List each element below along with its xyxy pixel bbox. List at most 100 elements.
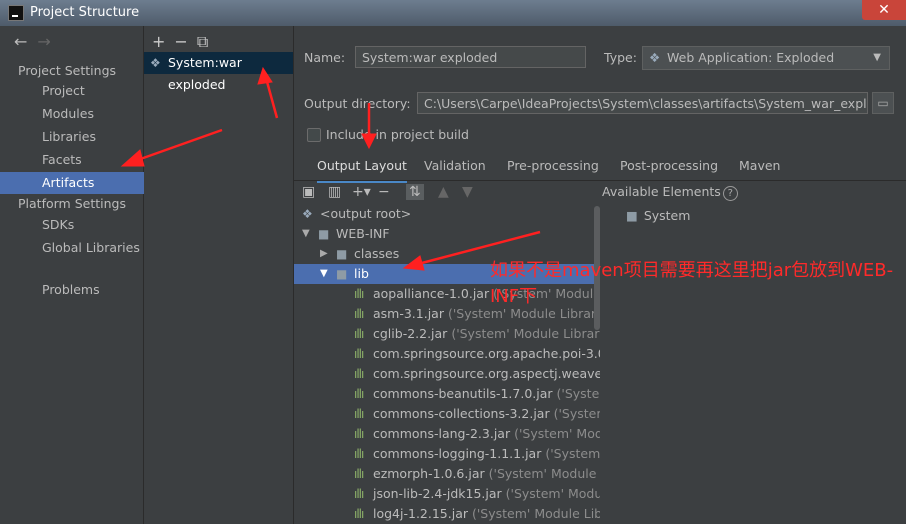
remove-icon[interactable]: − <box>174 32 187 51</box>
layout-toolbar: ▣ ▥ +▾ − ⇅ ▲ ▼ <box>294 180 906 205</box>
jar-node[interactable]: ıllı log4j-1.2.15.jar ('System' Module Li… <box>294 504 600 524</box>
jar-icon: ıllı <box>354 287 364 301</box>
create-directory-icon[interactable]: ▣ <box>302 184 315 200</box>
artifact-item[interactable]: ❖ System:war exploded <box>144 52 293 92</box>
tab-maven[interactable]: Maven <box>739 154 780 180</box>
jar-node[interactable]: ıllı cglib-2.2.jar ('System' Module Libra… <box>294 324 600 344</box>
add-icon[interactable]: + <box>152 32 165 51</box>
jar-name: com.springsource.org.apache.poi-3.0.2 <box>373 346 600 361</box>
module-folder-icon: ■ <box>626 208 638 223</box>
jar-name: commons-collections-3.2.jar <box>373 406 550 421</box>
tree-node-label: WEB-INF <box>336 226 390 241</box>
section-platform-settings: Platform Settings <box>18 196 126 211</box>
folder-icon: ■ <box>336 267 348 281</box>
jar-detail: ('System' Module Library) <box>451 326 600 341</box>
jar-node[interactable]: ıllı commons-beanutils-1.7.0.jar ('System… <box>294 384 600 404</box>
output-directory-label: Output directory: <box>304 96 411 111</box>
jar-icon: ıllı <box>354 447 364 461</box>
jar-node[interactable]: ıllı commons-lang-2.3.jar ('System' Modul… <box>294 424 600 444</box>
sort-icon[interactable]: ⇅ <box>406 184 424 200</box>
nav-arrows: ← → <box>14 32 61 51</box>
tree-node-label: <output root> <box>320 206 412 221</box>
web-artifact-icon: ❖ <box>302 207 313 221</box>
available-module-label: System <box>643 208 691 223</box>
chevron-down-icon[interactable]: ▼ <box>302 224 310 244</box>
back-arrow-icon[interactable]: ← <box>14 32 27 51</box>
jar-node[interactable]: ıllı json-lib-2.4-jdk15.jar ('System' Mod… <box>294 484 600 504</box>
jar-detail: ('System' Module Lib <box>488 466 600 481</box>
sidebar: ← → Project Settings Project Modules Libr… <box>0 26 185 524</box>
name-field[interactable]: System:war exploded <box>355 46 586 68</box>
copy-icon[interactable]: ⧉ <box>197 32 208 51</box>
section-project-settings: Project Settings <box>18 63 117 78</box>
jar-name: cglib-2.2.jar <box>373 326 448 341</box>
jar-name: aopalliance-1.0.jar <box>373 286 490 301</box>
tab-validation[interactable]: Validation <box>424 154 486 180</box>
jar-name: commons-lang-2.3.jar <box>373 426 511 441</box>
jar-detail: ('System' Module Librar <box>471 506 600 521</box>
help-icon[interactable]: ? <box>722 186 738 201</box>
jar-name: asm-3.1.jar <box>373 306 444 321</box>
title-bar: Project Structure ✕ <box>0 0 906 26</box>
tree-node-label: lib <box>354 266 369 281</box>
tab-output-layout[interactable]: Output Layout <box>317 154 407 183</box>
folder-icon: ■ <box>336 247 348 261</box>
jar-node[interactable]: ıllı commons-collections-3.2.jar ('System… <box>294 404 600 424</box>
include-in-build-checkbox[interactable] <box>307 128 321 142</box>
folder-icon: ■ <box>318 227 330 241</box>
tree-node-label: classes <box>354 246 400 261</box>
jar-icon: ıllı <box>354 487 364 501</box>
jar-node[interactable]: ıllı commons-logging-1.1.1.jar ('System' … <box>294 444 600 464</box>
move-up-icon[interactable]: ▲ <box>438 184 449 200</box>
available-module-node[interactable]: ■ System <box>626 206 690 226</box>
output-layout-tree: ❖ <output root> ▼ ■ WEB-INF ▶ ■ classes … <box>294 204 600 524</box>
jar-icon: ıllı <box>354 347 364 361</box>
jar-icon: ıllı <box>354 387 364 401</box>
jar-node[interactable]: ıllı ezmorph-1.0.6.jar ('System' Module L… <box>294 464 600 484</box>
tab-pre-processing[interactable]: Pre-processing <box>507 154 599 180</box>
jar-detail: ('System' Module <box>505 486 600 501</box>
jar-name: commons-beanutils-1.7.0.jar <box>373 386 553 401</box>
jar-node[interactable]: ıllı com.springsource.org.apache.poi-3.0.… <box>294 344 600 364</box>
jar-icon: ıllı <box>354 507 364 521</box>
type-label: Type: <box>604 50 637 65</box>
jar-detail: ('System' M <box>553 406 600 421</box>
jar-icon: ıllı <box>354 327 364 341</box>
jar-node[interactable]: ıllı com.springsource.org.aspectj.weaver-… <box>294 364 600 384</box>
browse-folder-icon[interactable]: ▭ <box>872 92 894 114</box>
close-button[interactable]: ✕ <box>862 0 906 20</box>
include-in-build-label: Include in project build <box>326 127 469 142</box>
jar-name: json-lib-2.4-jdk15.jar <box>373 486 502 501</box>
chevron-down-icon[interactable]: ▼ <box>320 264 328 284</box>
intellij-app-icon <box>8 5 24 21</box>
window-title: Project Structure <box>30 5 140 20</box>
jar-name: ezmorph-1.0.6.jar <box>373 466 485 481</box>
add-copy-icon[interactable]: +▾ <box>352 184 371 200</box>
type-value: Web Application: Exploded <box>667 50 835 65</box>
output-directory-field[interactable]: C:\Users\Carpe\IdeaProjects\System\class… <box>417 92 868 114</box>
create-archive-icon[interactable]: ▥ <box>328 184 341 200</box>
artifacts-list-panel: + − ⧉ ❖ System:war exploded <box>144 26 294 524</box>
move-down-icon[interactable]: ▼ <box>462 184 473 200</box>
chevron-right-icon[interactable]: ▶ <box>320 244 328 264</box>
available-elements-label: Available Elements <box>602 184 721 199</box>
jar-icon: ıllı <box>354 427 364 441</box>
available-elements-header: Available Elements? <box>602 184 738 201</box>
jar-name: log4j-1.2.15.jar <box>373 506 468 521</box>
jar-icon: ıllı <box>354 367 364 381</box>
jar-name: com.springsource.org.aspectj.weaver-1 <box>373 366 600 381</box>
jar-name: commons-logging-1.1.1.jar <box>373 446 542 461</box>
jar-icon: ıllı <box>354 307 364 321</box>
artifacts-toolbar: + − ⧉ <box>152 32 217 52</box>
jar-detail: ('System' Module <box>514 426 600 441</box>
remove-element-icon[interactable]: − <box>378 184 390 200</box>
chevron-down-icon: ▼ <box>873 52 881 63</box>
tab-post-processing[interactable]: Post-processing <box>620 154 718 180</box>
type-dropdown[interactable]: ❖ Web Application: Exploded ▼ <box>642 46 890 70</box>
jar-detail: ('System' M <box>545 446 600 461</box>
tree-node-output-root[interactable]: ❖ <output root> <box>294 204 600 224</box>
web-artifact-icon: ❖ <box>649 50 661 65</box>
jar-icon: ıllı <box>354 467 364 481</box>
forward-arrow-icon[interactable]: → <box>37 32 50 51</box>
tree-node-web-inf[interactable]: ▼ ■ WEB-INF <box>294 224 600 244</box>
